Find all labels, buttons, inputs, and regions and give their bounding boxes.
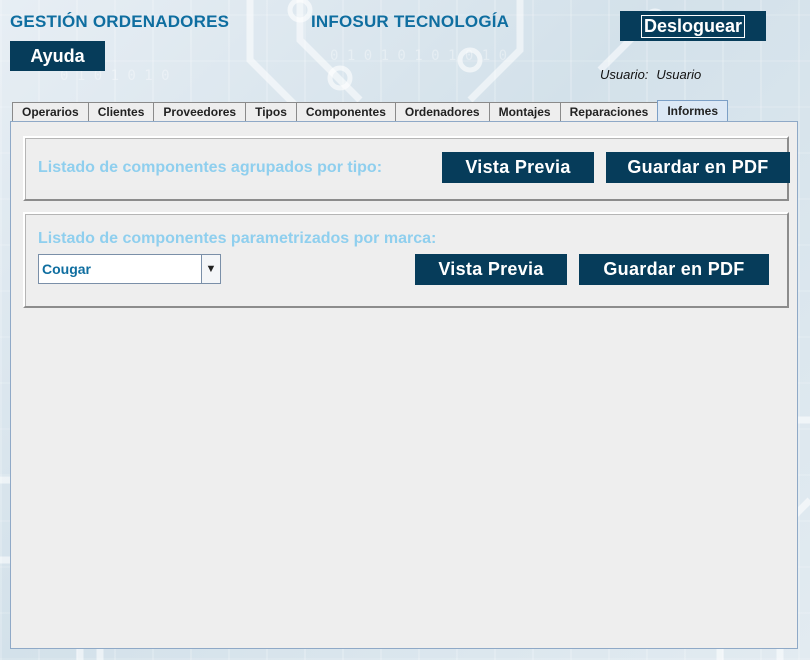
user-info: Usuario: Usuario <box>600 67 709 82</box>
logout-button[interactable]: Desloguear <box>620 11 766 41</box>
user-label: Usuario: <box>600 67 649 82</box>
informes-panel: Listado de componentes agrupados por tip… <box>10 121 798 649</box>
tab-reparaciones[interactable]: Reparaciones <box>559 102 659 121</box>
report-by-type-preview-button[interactable]: Vista Previa <box>442 152 594 183</box>
report-by-brand-preview-button[interactable]: Vista Previa <box>415 254 567 285</box>
report-by-brand-label: Listado de componentes parametrizados po… <box>38 230 437 247</box>
tab-componentes[interactable]: Componentes <box>295 102 396 121</box>
tab-operarios[interactable]: Operarios <box>12 102 89 121</box>
report-by-type-group: Listado de componentes agrupados por tip… <box>23 136 790 201</box>
tab-tipos[interactable]: Tipos <box>245 102 297 121</box>
tab-montajes[interactable]: Montajes <box>488 102 561 121</box>
user-name: Usuario <box>656 67 702 82</box>
report-by-type-label: Listado de componentes agrupados por tip… <box>38 159 383 176</box>
company-title: INFOSUR TECNOLOGÍA <box>311 12 510 31</box>
logout-button-label: Desloguear <box>640 14 746 38</box>
brand-select-value: Cougar <box>42 261 91 277</box>
tab-ordenadores[interactable]: Ordenadores <box>394 102 490 121</box>
report-by-brand-pdf-button[interactable]: Guardar en PDF <box>579 254 769 285</box>
main-tabs: Operarios Clientes Proveedores Tipos Com… <box>12 100 728 122</box>
report-by-type-pdf-button[interactable]: Guardar en PDF <box>606 152 790 183</box>
help-button[interactable]: Ayuda <box>10 41 105 71</box>
chevron-down-icon[interactable]: ▼ <box>201 255 220 283</box>
report-by-brand-group: Listado de componentes parametrizados po… <box>23 212 789 308</box>
svg-text:0 1 0 1 0 1 0 1 0 1 0: 0 1 0 1 0 1 0 1 0 1 0 <box>330 48 507 64</box>
tab-informes[interactable]: Informes <box>657 100 728 121</box>
tab-proveedores[interactable]: Proveedores <box>153 102 247 121</box>
app-title: GESTIÓN ORDENADORES <box>10 12 230 31</box>
tab-clientes[interactable]: Clientes <box>87 102 155 121</box>
brand-select[interactable]: Cougar ▼ <box>38 254 221 284</box>
